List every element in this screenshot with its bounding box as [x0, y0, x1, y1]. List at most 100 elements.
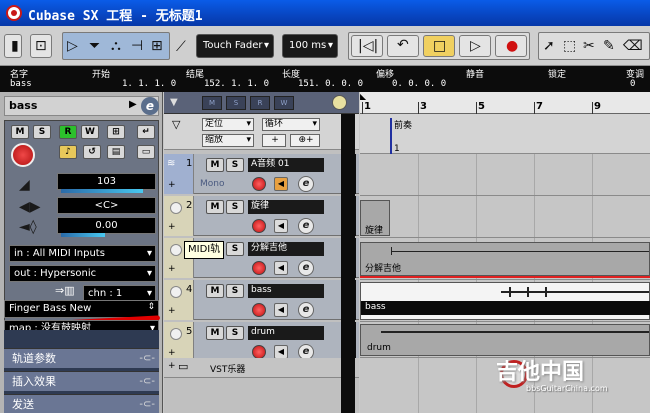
- arrow-tool-icon[interactable]: ➚: [543, 39, 555, 53]
- read-automation-button[interactable]: R: [59, 125, 77, 139]
- track-4-mute-button[interactable]: M: [206, 284, 224, 298]
- track-5-record-button[interactable]: [252, 345, 266, 359]
- mute-button[interactable]: M: [11, 125, 29, 139]
- info-value-length[interactable]: 151. 0. 0. 0: [298, 79, 363, 89]
- section-track-params[interactable]: 轨道参数 -⊂-: [4, 348, 159, 368]
- marker-lane[interactable]: 前奏 1: [360, 114, 650, 154]
- midi-input-select[interactable]: in : All MIDI Inputs: [9, 245, 156, 262]
- instrument-icon[interactable]: ⇒▥: [55, 284, 75, 297]
- lanes-button[interactable]: ⊞: [107, 125, 125, 139]
- add-cycle-marker-button[interactable]: ⊕+: [290, 134, 320, 147]
- vst-instruments-folder[interactable]: + ▭ VST乐器: [164, 358, 359, 378]
- track-4-name[interactable]: bass: [248, 284, 324, 298]
- track-3-record-button[interactable]: [252, 261, 266, 275]
- volume-value[interactable]: 103: [57, 173, 156, 190]
- delay-bar[interactable]: [61, 233, 105, 237]
- expand-icon[interactable]: +: [168, 361, 176, 371]
- stop-button[interactable]: □: [423, 35, 455, 57]
- audio-lane-1[interactable]: [360, 154, 650, 196]
- drum-map-button[interactable]: ▤: [107, 145, 125, 159]
- track-row-5[interactable]: 5 M S drum ◀ e +: [164, 322, 359, 362]
- expand-icon[interactable]: +: [168, 306, 176, 316]
- play-order-icon[interactable]: ▷: [67, 39, 78, 53]
- track-1-record-button[interactable]: [252, 177, 266, 191]
- part-broken-guitar[interactable]: 分解吉他: [360, 242, 650, 276]
- track-row-4[interactable]: 4 M S bass ◀ e +: [164, 280, 359, 320]
- track-4-monitor-button[interactable]: ◀: [274, 303, 288, 317]
- toolbar-toggle-button[interactable]: ▮: [4, 34, 22, 58]
- track-2-record-button[interactable]: [252, 219, 266, 233]
- play-button[interactable]: ▷: [459, 35, 491, 57]
- info-value-start[interactable]: 1. 1. 1. 0: [122, 79, 176, 89]
- midi-lane-3[interactable]: 分解吉他: [360, 238, 650, 280]
- zoom-select[interactable]: 缩放: [202, 134, 254, 147]
- track-5-name[interactable]: drum: [248, 326, 324, 340]
- pan-value[interactable]: <C>: [57, 197, 156, 214]
- track-3-edit-icon[interactable]: e: [298, 260, 314, 276]
- track-3-monitor-button[interactable]: ◀: [274, 261, 288, 275]
- expand-icon[interactable]: +: [168, 180, 176, 190]
- midi-output-select[interactable]: out : Hypersonic: [9, 265, 156, 282]
- locate-select[interactable]: 定位: [202, 118, 254, 131]
- section-sends[interactable]: 发送 -⊂-: [4, 394, 159, 413]
- track-2-mute-button[interactable]: M: [206, 200, 224, 214]
- track-row-2[interactable]: 2 M S 旋律 ◀ e +: [164, 196, 359, 236]
- cycle-select[interactable]: 循环: [262, 118, 320, 131]
- track-1-edit-icon[interactable]: e: [298, 176, 314, 192]
- touch-mode-select[interactable]: Touch Fader ▾: [196, 34, 274, 58]
- track-4-edit-icon[interactable]: e: [298, 302, 314, 318]
- info-value-name[interactable]: bass: [10, 79, 32, 89]
- track-4-solo-button[interactable]: S: [226, 284, 244, 298]
- part-drum[interactable]: drum: [360, 324, 650, 356]
- info-value-offset[interactable]: 0. 0. 0. 0: [392, 79, 446, 89]
- expand-icon[interactable]: +: [168, 222, 176, 232]
- track-5-solo-button[interactable]: S: [226, 326, 244, 340]
- midi-lane-2[interactable]: 旋律: [360, 196, 650, 238]
- track-3-solo-button[interactable]: S: [226, 242, 244, 256]
- knob-icon[interactable]: [332, 95, 347, 110]
- track-3-name[interactable]: 分解吉他: [248, 242, 324, 256]
- edit-button[interactable]: ▭: [137, 145, 155, 159]
- part-melody[interactable]: 旋律: [360, 200, 390, 236]
- track-1-monitor-button[interactable]: ◀: [274, 177, 288, 191]
- expand-icon[interactable]: +: [168, 264, 176, 274]
- track-1-mute-button[interactable]: M: [206, 158, 224, 172]
- track-5-mute-button[interactable]: M: [206, 326, 224, 340]
- stack-icon[interactable]: ⛬: [111, 39, 121, 53]
- track-4-record-button[interactable]: [252, 303, 266, 317]
- part-bass[interactable]: bass: [360, 282, 650, 320]
- midi-lane-4[interactable]: bass: [360, 280, 650, 322]
- freeze-button[interactable]: ↵: [137, 125, 155, 139]
- midi-lane-5[interactable]: drum: [360, 322, 650, 358]
- global-solo-button[interactable]: S: [226, 96, 246, 110]
- track-1-solo-button[interactable]: S: [226, 158, 244, 172]
- delay-value[interactable]: 0.00: [57, 217, 156, 234]
- track-2-solo-button[interactable]: S: [226, 200, 244, 214]
- timeline-ruler[interactable]: 1 3 5 7 9 ◣: [360, 92, 650, 114]
- cycle-button[interactable]: ↶: [387, 35, 419, 57]
- track-5-monitor-button[interactable]: ◀: [274, 345, 288, 359]
- left-locator-icon[interactable]: ◣: [360, 92, 366, 101]
- time-value-select[interactable]: 100 ms ▾: [282, 34, 338, 58]
- window-layout-button[interactable]: ⊡: [30, 34, 52, 58]
- program-select[interactable]: Finger Bass New ⇕: [4, 300, 159, 318]
- pencil-icon[interactable]: ✎: [603, 39, 615, 53]
- eraser-icon[interactable]: ⌫: [623, 39, 643, 53]
- monitor-button[interactable]: ♪: [59, 145, 77, 159]
- write-automation-button[interactable]: W: [81, 125, 99, 139]
- track-2-monitor-button[interactable]: ◀: [274, 219, 288, 233]
- info-value-end[interactable]: 152. 1. 1. 0: [204, 79, 269, 89]
- record-button[interactable]: ●: [495, 35, 527, 57]
- global-mute-button[interactable]: M: [202, 96, 222, 110]
- track-1-name[interactable]: A音频 01: [248, 158, 324, 172]
- record-enable-button[interactable]: [11, 143, 35, 167]
- global-write-button[interactable]: W: [274, 96, 294, 110]
- volume-bar[interactable]: [61, 189, 143, 193]
- split-icon[interactable]: ⊣: [131, 39, 143, 53]
- info-value-transpose[interactable]: 0: [630, 79, 635, 89]
- global-read-button[interactable]: R: [250, 96, 270, 110]
- track-list-divider[interactable]: [341, 114, 355, 413]
- scissors-icon[interactable]: ✂: [583, 39, 595, 53]
- track-row-1[interactable]: ≋ 1 M S A音频 01 Mono ◀ e +: [164, 154, 359, 194]
- solo-button[interactable]: S: [33, 125, 51, 139]
